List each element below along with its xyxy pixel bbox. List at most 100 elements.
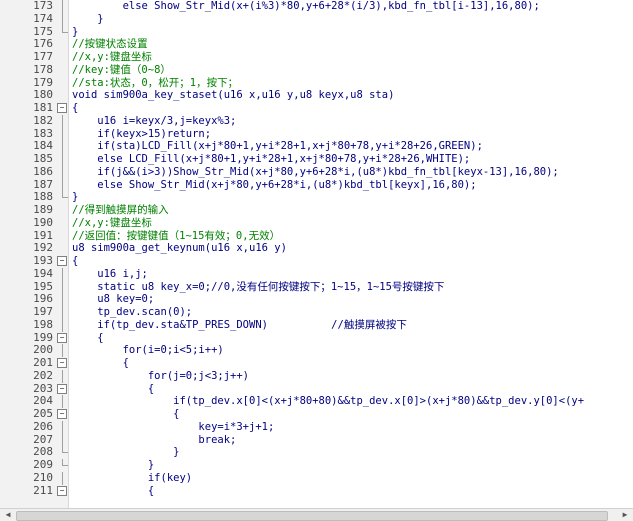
code-line[interactable]: 177 //x,y:键盘坐标 xyxy=(0,50,633,64)
code-line[interactable]: 190 //x,y:键盘坐标 xyxy=(0,215,633,230)
code-text: if(tp_dev.sta&TP_PRES_DOWN) //触摸屏被按下 xyxy=(72,318,407,331)
code-text: { xyxy=(72,331,104,344)
line-number: 174 xyxy=(33,11,53,25)
fold-guide xyxy=(58,204,66,217)
line-number: 210 xyxy=(33,470,53,484)
fold-guide xyxy=(58,306,66,319)
code-comment: //key:键值（0~8） xyxy=(72,63,171,76)
code-line[interactable]: 199 { xyxy=(0,331,633,345)
code-line[interactable]: 175} xyxy=(0,25,633,39)
code-text: void sim900a_key_staset(u16 x,u16 y,u8 k… xyxy=(72,89,395,102)
fold-guide xyxy=(58,77,66,90)
fold-guide xyxy=(58,178,66,192)
code-line[interactable]: 204 if(tp_dev.x[0]<(x+j*80+80)&&tp_dev.x… xyxy=(0,394,633,408)
line-number: 177 xyxy=(33,50,53,63)
fold-toggle-icon[interactable] xyxy=(57,332,67,345)
fold-guide xyxy=(58,51,66,64)
code-text: else Show_Str_Mid(x+(i%3)*80,y+6+28*(i/3… xyxy=(72,0,540,12)
fold-guide xyxy=(58,165,66,179)
code-comment: //得到触摸屏的输入 xyxy=(72,204,169,216)
fold-guide xyxy=(58,395,66,408)
scroll-right-arrow-icon[interactable]: ▶ xyxy=(619,510,631,520)
fold-guide xyxy=(58,318,66,332)
code-line[interactable]: 179//sta:状态，0，松开；1，按下； xyxy=(0,76,633,90)
code-text: { xyxy=(72,484,155,497)
code-line[interactable]: 205 { xyxy=(0,407,633,421)
fold-guide xyxy=(58,191,68,204)
code-line[interactable]: 174 } xyxy=(0,11,633,26)
line-number: 209 xyxy=(33,458,53,471)
code-line[interactable]: 207 break; xyxy=(0,433,633,447)
scroll-left-arrow-icon[interactable]: ◀ xyxy=(2,510,14,520)
fold-toggle-icon[interactable] xyxy=(57,408,67,421)
fold-guide xyxy=(58,420,66,434)
fold-toggle-icon[interactable] xyxy=(57,357,67,370)
code-comment: //x,y:键盘坐标 xyxy=(72,51,152,63)
code-line[interactable]: 193 { xyxy=(0,254,633,268)
code-line[interactable]: 198 if(tp_dev.sta&TP_PRES_DOWN) //触摸屏被按下 xyxy=(0,318,633,332)
code-line[interactable]: 209 } xyxy=(0,458,633,472)
fold-toggle-icon[interactable] xyxy=(57,485,67,498)
fold-guide xyxy=(58,12,66,26)
code-line[interactable]: 185 else LCD_Fill(x+j*80+1,y+i*28+1,x+j*… xyxy=(0,152,633,166)
code-line[interactable]: 189 //得到触摸屏的输入 xyxy=(0,203,633,217)
code-line[interactable]: 206 key=i*3+j+1; xyxy=(0,420,633,434)
code-line[interactable]: 191//返回值：按键键值（1~15有效；0,无效） xyxy=(0,229,633,243)
line-number: 211 xyxy=(33,483,53,497)
code-line[interactable]: 196 u8 key=0; xyxy=(0,292,633,306)
code-line[interactable]: 183 if(keyx>15)return; xyxy=(0,127,633,141)
code-line[interactable]: 197 tp_dev.scan(0); xyxy=(0,305,633,319)
code-editor[interactable]: 173 else Show_Str_Mid(x+(i%3)*80,y+6+28*… xyxy=(0,0,633,508)
fold-guide xyxy=(58,38,66,51)
code-text: { xyxy=(72,255,79,267)
code-line[interactable]: 181 { xyxy=(0,101,633,115)
fold-toggle-icon[interactable] xyxy=(57,255,67,268)
code-line[interactable]: 211 { xyxy=(0,483,633,498)
fold-toggle-icon[interactable] xyxy=(57,102,67,115)
code-line[interactable]: 210 if(key) xyxy=(0,470,633,485)
fold-guide xyxy=(58,127,66,141)
line-number: 201 xyxy=(33,356,53,369)
code-line[interactable]: 203 { xyxy=(0,382,633,396)
fold-guide xyxy=(58,280,66,294)
fold-guide xyxy=(58,114,66,128)
code-line[interactable]: 208 } xyxy=(0,445,633,459)
fold-guide xyxy=(58,230,66,243)
code-line[interactable]: 184 if(sta)LCD_Fill(x+j*80+1,y+i*28+1,x+… xyxy=(0,139,633,153)
code-line[interactable]: 186 if(j&&(i>3))Show_Str_Mid(x+j*80,y+6+… xyxy=(0,165,633,179)
code-text: { xyxy=(72,408,180,420)
code-text: } xyxy=(72,191,79,204)
code-comment: //返回值：按键键值（1~15有效；0,无效） xyxy=(72,229,281,242)
line-number: 190 xyxy=(33,215,53,229)
code-text: if(sta)LCD_Fill(x+j*80+1,y+i*28+1,x+j*80… xyxy=(72,140,483,153)
fold-guide xyxy=(58,369,66,383)
line-number: 185 xyxy=(33,152,53,165)
code-line[interactable]: 194 u16 i,j; xyxy=(0,267,633,281)
code-text: u16 i,j; xyxy=(72,267,148,280)
horizontal-scrollbar[interactable]: ◀ ▶ xyxy=(0,508,633,521)
code-text: else Show_Str_Mid(x+j*80,y+6+28*i,(u8*)k… xyxy=(72,178,477,191)
code-line[interactable]: 195 static u8 key_x=0;//0,没有任何按键按下；1~15，… xyxy=(0,280,633,294)
code-text: if(key) xyxy=(72,471,193,484)
code-text: tp_dev.scan(0); xyxy=(72,306,193,318)
fold-guide xyxy=(58,153,66,166)
line-number: 173 xyxy=(33,0,53,12)
code-line[interactable]: 180 void sim900a_key_staset(u16 x,u16 y,u… xyxy=(0,88,633,102)
code-line[interactable]: 192 u8 sim900a_get_keynum(u16 x,u16 y) xyxy=(0,241,633,255)
code-line[interactable]: 176//按键状态设置 xyxy=(0,37,633,51)
code-line[interactable]: 187 else Show_Str_Mid(x+j*80,y+6+28*i,(u… xyxy=(0,178,633,192)
code-line[interactable]: 173 else Show_Str_Mid(x+(i%3)*80,y+6+28*… xyxy=(0,0,633,13)
fold-toggle-icon[interactable] xyxy=(57,383,67,396)
code-text: for(i=0;i<5;i++) xyxy=(72,344,224,357)
code-line[interactable]: 201 { xyxy=(0,356,633,370)
code-line[interactable]: 182 u16 i=keyx/3,j=keyx%3; xyxy=(0,113,633,128)
code-line[interactable]: 178 //key:键值（0~8） xyxy=(0,63,633,77)
code-text: u16 i=keyx/3,j=keyx%3; xyxy=(72,114,237,127)
code-line[interactable]: 202 for(j=0;j<3;j++) xyxy=(0,369,633,383)
code-line[interactable]: 200 for(i=0;i<5;i++) xyxy=(0,343,633,357)
fold-guide xyxy=(58,89,66,102)
code-text: { xyxy=(72,382,155,395)
line-number: 182 xyxy=(33,113,53,127)
fold-guide xyxy=(58,267,66,281)
code-line[interactable]: 188} xyxy=(0,190,633,204)
